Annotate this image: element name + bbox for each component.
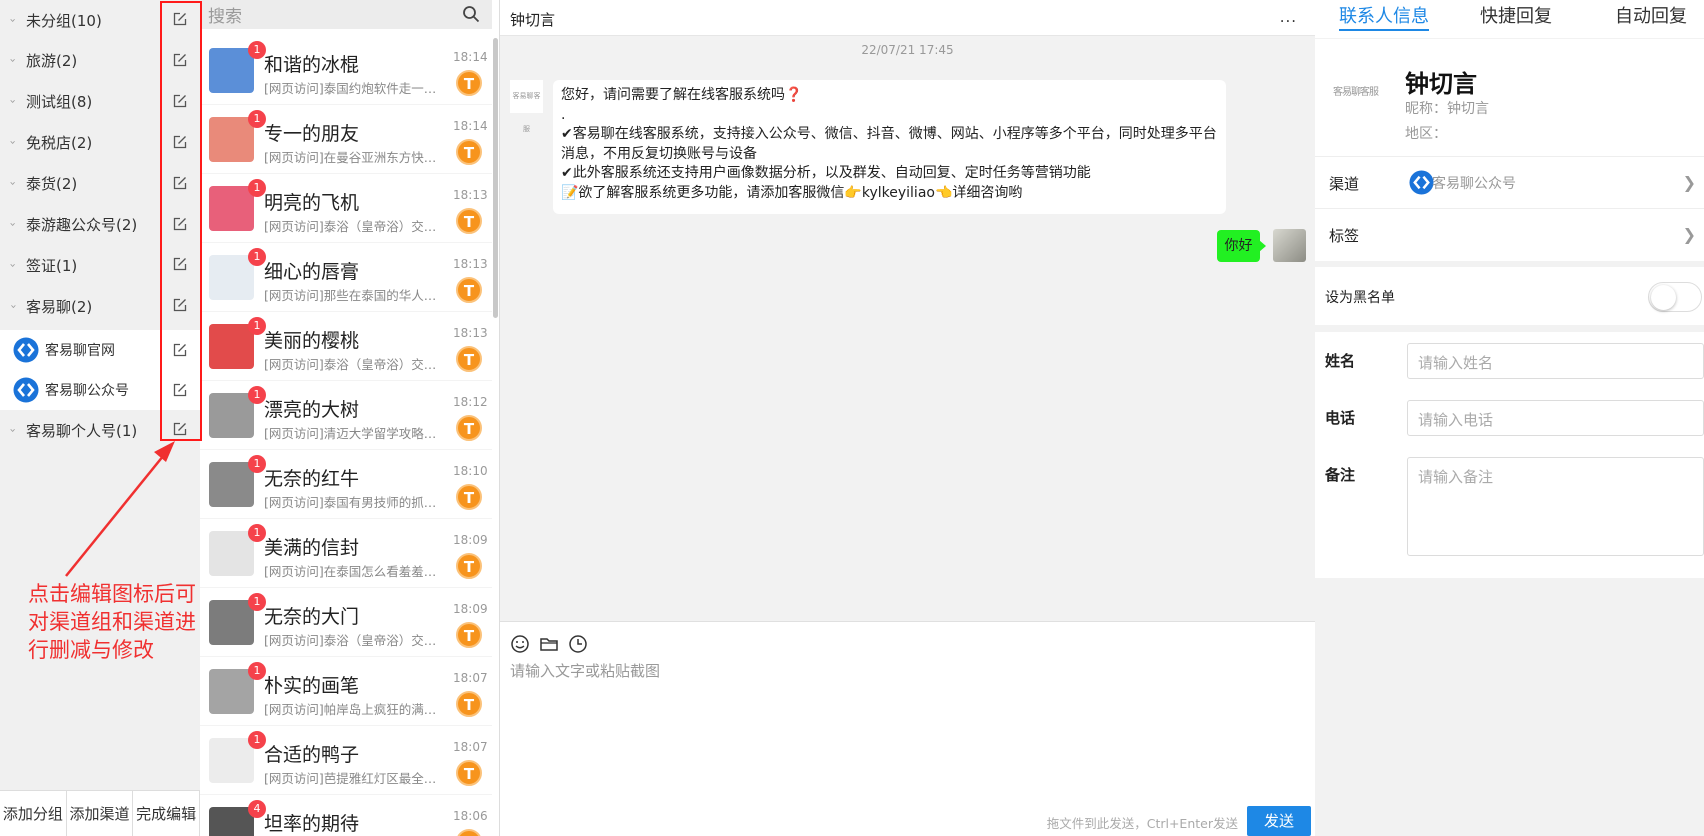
annotation-text: 点击编辑图标后可对渠道组和渠道进行删减与修改 xyxy=(28,582,196,662)
annotation-arrow xyxy=(65,441,175,577)
app-root: › 未分组(10) › 旅游(2) › 测试组(8) › 免税店(2) › 泰货(2) › 泰游趣公众… xyxy=(0,0,1704,836)
